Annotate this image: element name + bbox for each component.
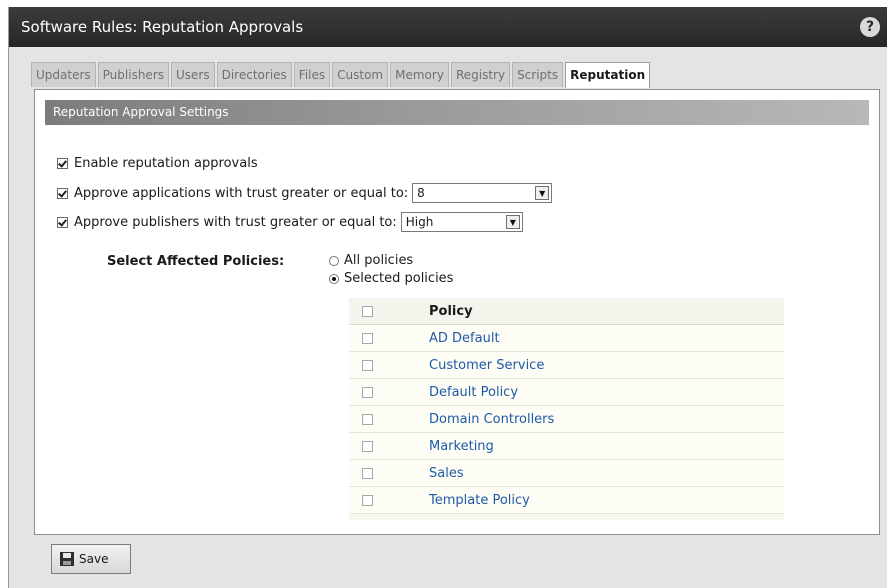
table-row: Default Policy <box>349 379 784 406</box>
approve-publishers-checkbox[interactable] <box>57 216 68 228</box>
window: Software Rules: Reputation Approvals ? U… <box>8 7 887 588</box>
affected-policies-label: Select Affected Policies: <box>107 254 285 269</box>
apps-trust-select[interactable]: 8 ▼ <box>412 183 553 203</box>
all-policies-label: All policies <box>344 253 414 268</box>
policy-link[interactable]: Marketing <box>429 439 494 454</box>
policy-checkbox[interactable] <box>362 467 373 479</box>
selected-policies-radio[interactable] <box>329 273 339 284</box>
floppy-disk-icon <box>60 552 74 566</box>
enable-reputation-checkbox[interactable] <box>57 158 68 169</box>
approve-publishers-label: Approve publishers with trust greater or… <box>74 214 397 230</box>
window-title: Software Rules: Reputation Approvals <box>21 18 304 36</box>
publishers-row: Approve publishers with trust greater or… <box>57 212 523 232</box>
policy-column-header: Policy <box>429 303 473 319</box>
tab-reputation[interactable]: Reputation <box>565 62 651 88</box>
tab-updaters[interactable]: Updaters <box>31 62 96 87</box>
policy-table: Policy AD Default Customer Service Defau… <box>349 298 784 520</box>
chevron-down-icon[interactable]: ▼ <box>505 215 520 229</box>
policy-checkbox[interactable] <box>362 413 373 425</box>
panel-header: Reputation Approval Settings <box>45 100 869 125</box>
table-row: Sales <box>349 460 784 487</box>
publishers-trust-select[interactable]: High ▼ <box>400 212 523 232</box>
apps-row: Approve applications with trust greater … <box>57 183 553 203</box>
help-icon[interactable]: ? <box>860 17 880 37</box>
policy-link[interactable]: Domain Controllers <box>429 412 554 427</box>
all-policies-radio[interactable] <box>329 255 339 266</box>
tab-users[interactable]: Users <box>171 62 215 87</box>
tab-publishers[interactable]: Publishers <box>97 62 169 87</box>
tab-strip: Updaters Publishers Users Directories Fi… <box>31 62 652 88</box>
policy-checkbox[interactable] <box>362 494 373 506</box>
table-row: Customer Service <box>349 352 784 379</box>
approve-apps-label: Approve applications with trust greater … <box>74 185 409 201</box>
policy-table-header: Policy <box>349 298 784 325</box>
affected-policies-label-row: Select Affected Policies: <box>107 254 284 269</box>
apps-trust-value: 8 <box>417 186 425 200</box>
tab-custom[interactable]: Custom <box>332 62 389 87</box>
table-row: Marketing <box>349 433 784 460</box>
policy-checkbox[interactable] <box>362 440 373 452</box>
table-row: Domain Controllers <box>349 406 784 433</box>
chevron-down-icon[interactable]: ▼ <box>535 186 550 200</box>
tab-files[interactable]: Files <box>293 62 331 87</box>
tab-directories[interactable]: Directories <box>216 62 292 87</box>
settings-panel: Reputation Approval Settings Enable repu… <box>34 89 880 535</box>
table-row: Template Policy <box>349 487 784 514</box>
policy-checkbox[interactable] <box>362 359 373 371</box>
table-row: AD Default <box>349 325 784 352</box>
save-label: Save <box>79 552 109 566</box>
policy-link[interactable]: AD Default <box>429 331 500 346</box>
tab-registry[interactable]: Registry <box>450 62 511 87</box>
policy-link[interactable]: Customer Service <box>429 358 544 373</box>
policy-checkbox[interactable] <box>362 386 373 398</box>
policy-link[interactable]: Default Policy <box>429 385 518 400</box>
selected-policies-label: Selected policies <box>344 271 454 286</box>
radio-selected-row: Selected policies <box>329 271 453 286</box>
select-all-checkbox[interactable] <box>362 305 373 317</box>
policy-checkbox[interactable] <box>362 332 373 344</box>
tab-memory[interactable]: Memory <box>390 62 449 87</box>
radio-all-row: All policies <box>329 253 413 268</box>
title-bar: Software Rules: Reputation Approvals ? <box>9 7 887 47</box>
policy-link[interactable]: Template Policy <box>429 493 530 508</box>
policy-link[interactable]: Sales <box>429 466 464 481</box>
enable-reputation-label: Enable reputation approvals <box>74 156 258 171</box>
tab-scripts[interactable]: Scripts <box>512 62 564 87</box>
approve-apps-checkbox[interactable] <box>57 187 68 199</box>
save-button[interactable]: Save <box>51 544 131 574</box>
enable-row: Enable reputation approvals <box>57 156 258 171</box>
publishers-trust-value: High <box>405 215 434 229</box>
